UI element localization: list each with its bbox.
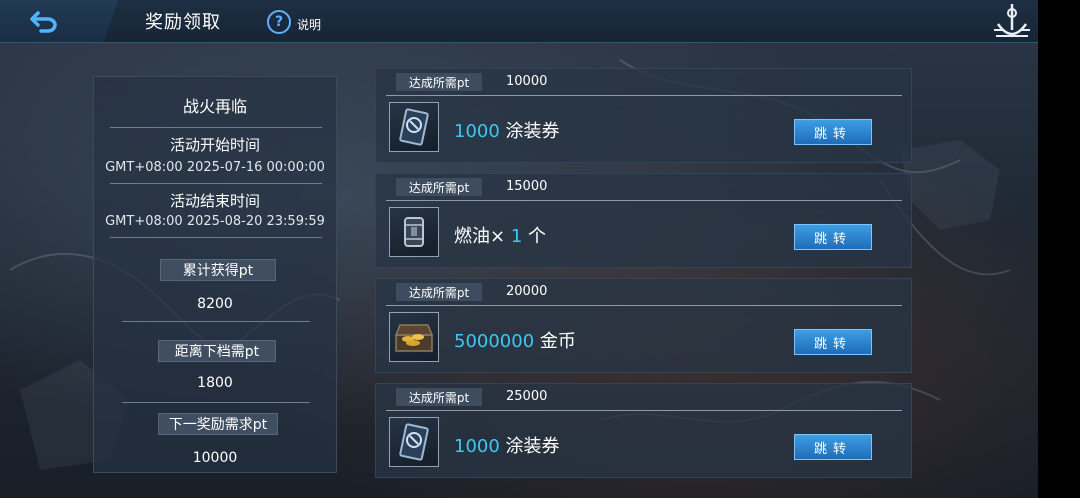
reward-requirement-row: 达成所需pt 15000	[386, 174, 902, 201]
divider	[122, 321, 310, 322]
next-tier-pt-value: 1800	[197, 375, 233, 391]
fuel-barrel-icon	[389, 207, 439, 257]
reward-prefix: 燃油×	[454, 226, 511, 247]
divider	[110, 183, 322, 184]
requirement-label: 达成所需pt	[396, 178, 482, 196]
start-time-value: GMT+08:00 2025-07-16 00:00:00	[105, 160, 325, 175]
divider	[122, 402, 310, 403]
reward-amount: 5000000	[454, 331, 535, 352]
reward-card: 达成所需pt 20000 5000000 金币 跳转	[375, 278, 912, 373]
reward-amount: 1000	[454, 121, 500, 142]
reward-card: 达成所需pt 10000 1000 涂装券 跳转	[375, 68, 912, 163]
reward-item-name: 个	[522, 226, 546, 247]
reward-requirement-row: 达成所需pt 25000	[386, 384, 902, 411]
reward-amount: 1	[510, 226, 523, 247]
paint-ticket-icon	[389, 102, 439, 152]
reward-item-name: 涂装券	[499, 121, 560, 142]
reward-text: 燃油× 1 个	[454, 222, 546, 248]
help-button[interactable]: ? 说明	[267, 10, 321, 34]
back-arrow-icon	[30, 11, 57, 33]
reward-amount: 1000	[454, 436, 500, 457]
top-bar: 奖励领取 ? 说明	[0, 0, 1038, 43]
next-reward-pt-label: 下一奖励需求pt	[158, 413, 278, 435]
page-title: 奖励领取	[145, 12, 221, 33]
requirement-value: 15000	[506, 179, 548, 194]
next-reward-pt-value: 10000	[192, 450, 238, 466]
reward-card: 达成所需pt 15000 燃油× 1 个 跳转	[375, 173, 912, 268]
reward-text: 5000000 金币	[454, 327, 576, 353]
start-time-label: 活动开始时间	[169, 136, 260, 154]
event-info-panel: 战火再临 活动开始时间 GMT+08:00 2025-07-16 00:00:0…	[93, 76, 337, 473]
requirement-value: 10000	[506, 74, 548, 89]
requirement-value: 25000	[506, 389, 548, 404]
question-mark-icon: ?	[267, 10, 291, 34]
reward-item-name: 金币	[534, 331, 576, 352]
requirement-label: 达成所需pt	[396, 73, 482, 91]
requirement-label: 达成所需pt	[396, 388, 482, 406]
event-name: 战火再临	[182, 97, 247, 116]
divider	[110, 127, 322, 128]
anchor-emblem-icon	[994, 4, 1030, 37]
jump-button[interactable]: 跳转	[794, 329, 872, 355]
reward-card: 达成所需pt 25000 1000 涂装券 跳转	[375, 383, 912, 478]
help-label: 说明	[297, 17, 322, 32]
back-button[interactable]	[0, 0, 118, 42]
total-pt-value: 8200	[197, 296, 233, 312]
reward-requirement-row: 达成所需pt 20000	[386, 279, 902, 306]
next-tier-pt-label: 距离下档需pt	[158, 340, 276, 362]
jump-button[interactable]: 跳转	[794, 119, 872, 145]
jump-button[interactable]: 跳转	[794, 434, 872, 460]
requirement-label: 达成所需pt	[396, 283, 482, 301]
total-pt-label: 累计获得pt	[160, 259, 276, 281]
paint-ticket-icon	[389, 417, 439, 467]
jump-button[interactable]: 跳转	[794, 224, 872, 250]
end-time-label: 活动结束时间	[169, 192, 260, 210]
reward-requirement-row: 达成所需pt 10000	[386, 69, 902, 96]
reward-text: 1000 涂装券	[454, 117, 560, 143]
screen-edge	[1038, 0, 1080, 498]
requirement-value: 20000	[506, 284, 548, 299]
reward-text: 1000 涂装券	[454, 432, 560, 458]
gold-chest-icon	[389, 312, 439, 362]
end-time-value: GMT+08:00 2025-08-20 23:59:59	[105, 214, 325, 229]
divider	[110, 237, 322, 238]
reward-item-name: 涂装券	[499, 436, 560, 457]
